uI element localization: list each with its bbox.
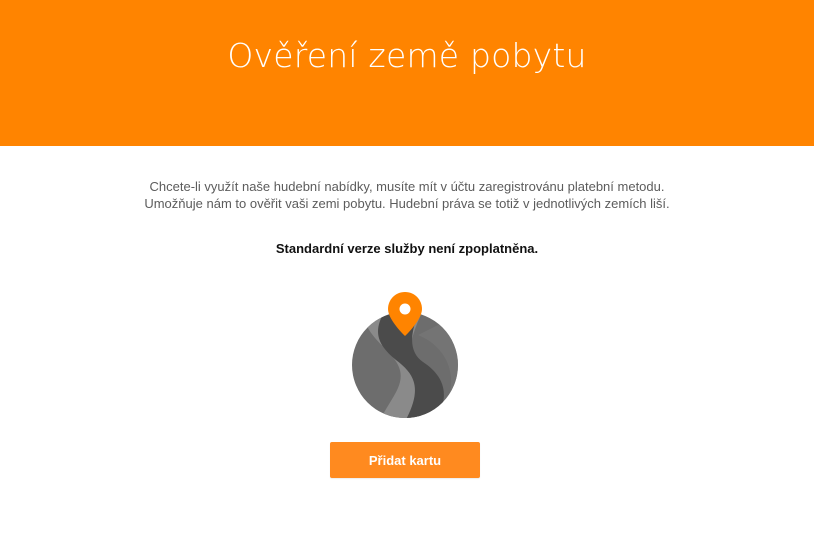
globe-location-pin-icon [348,290,462,420]
header-banner: Ověření země pobytu [0,0,814,146]
page: Ověření země pobytu Chcete-li využít naš… [0,0,814,542]
free-service-note: Standardní verze služby není zpoplatněna… [275,241,539,256]
add-card-button[interactable]: Přidat kartu [330,442,480,478]
description-line-1: Chcete-li využít naše hudební nabídky, m… [149,179,665,194]
description-line-2: Umožňuje nám to ověřit vaši zemi pobytu.… [144,196,670,211]
page-title: Ověření země pobytu [227,36,587,75]
description: Chcete-li využít naše hudební nabídky, m… [0,178,814,212]
